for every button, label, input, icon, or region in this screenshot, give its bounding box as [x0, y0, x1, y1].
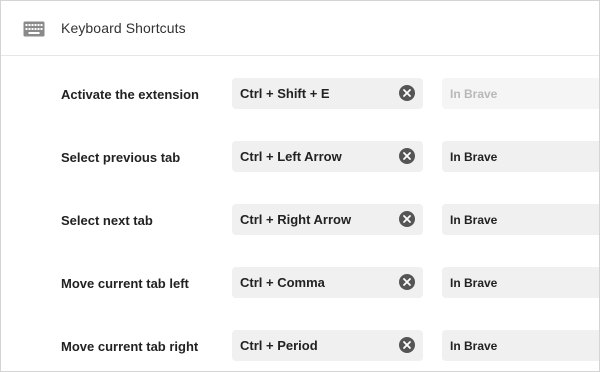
- shortcut-row-move-tab-right: Move current tab right Ctrl + Period In …: [1, 330, 599, 364]
- shortcut-scope-select: In Brave: [442, 78, 599, 109]
- shortcut-row-move-tab-left: Move current tab left Ctrl + Comma In Br…: [1, 267, 599, 301]
- close-icon: [403, 278, 411, 286]
- keyboard-icon: [23, 21, 45, 37]
- clear-shortcut-button[interactable]: [399, 337, 415, 353]
- shortcut-input[interactable]: Ctrl + Shift + E: [232, 78, 423, 109]
- shortcut-input[interactable]: Ctrl + Left Arrow: [232, 141, 423, 172]
- close-icon: [403, 341, 411, 349]
- shortcut-scope-select[interactable]: In Brave: [442, 141, 599, 172]
- panel-header: Keyboard Shortcuts: [1, 1, 599, 56]
- clear-shortcut-button[interactable]: [399, 211, 415, 227]
- shortcut-scope-select[interactable]: In Brave: [442, 330, 599, 361]
- clear-shortcut-button[interactable]: [399, 274, 415, 290]
- close-icon: [403, 89, 411, 97]
- shortcut-keys: Ctrl + Shift + E: [240, 86, 330, 101]
- shortcut-label: Select previous tab: [61, 150, 181, 165]
- shortcut-keys: Ctrl + Left Arrow: [240, 149, 342, 164]
- shortcut-keys: Ctrl + Comma: [240, 275, 325, 290]
- clear-shortcut-button[interactable]: [399, 85, 415, 101]
- shortcut-input[interactable]: Ctrl + Period: [232, 330, 423, 361]
- shortcut-label: Move current tab left: [61, 276, 189, 291]
- keyboard-shortcuts-panel: Keyboard Shortcuts Activate the extensio…: [0, 0, 600, 372]
- page-title: Keyboard Shortcuts: [61, 20, 186, 36]
- close-icon: [403, 152, 411, 160]
- shortcut-scope-select[interactable]: In Brave: [442, 267, 599, 298]
- shortcut-row-activate-extension: Activate the extension Ctrl + Shift + E …: [1, 78, 599, 112]
- shortcut-scope-value: In Brave: [450, 276, 498, 290]
- shortcut-input[interactable]: Ctrl + Right Arrow: [232, 204, 423, 235]
- shortcut-keys: Ctrl + Right Arrow: [240, 212, 352, 227]
- shortcut-input[interactable]: Ctrl + Comma: [232, 267, 423, 298]
- shortcut-scope-value: In Brave: [450, 87, 498, 101]
- close-icon: [403, 215, 411, 223]
- shortcut-row-select-next-tab: Select next tab Ctrl + Right Arrow In Br…: [1, 204, 599, 238]
- shortcut-scope-value: In Brave: [450, 213, 498, 227]
- shortcut-label: Move current tab right: [61, 339, 199, 354]
- clear-shortcut-button[interactable]: [399, 148, 415, 164]
- shortcut-keys: Ctrl + Period: [240, 338, 318, 353]
- shortcut-row-select-previous-tab: Select previous tab Ctrl + Left Arrow In…: [1, 141, 599, 175]
- shortcut-scope-value: In Brave: [450, 339, 498, 353]
- shortcut-scope-value: In Brave: [450, 150, 498, 164]
- shortcut-label: Activate the extension: [61, 87, 199, 102]
- shortcut-label: Select next tab: [61, 213, 153, 228]
- shortcut-scope-select[interactable]: In Brave: [442, 204, 599, 235]
